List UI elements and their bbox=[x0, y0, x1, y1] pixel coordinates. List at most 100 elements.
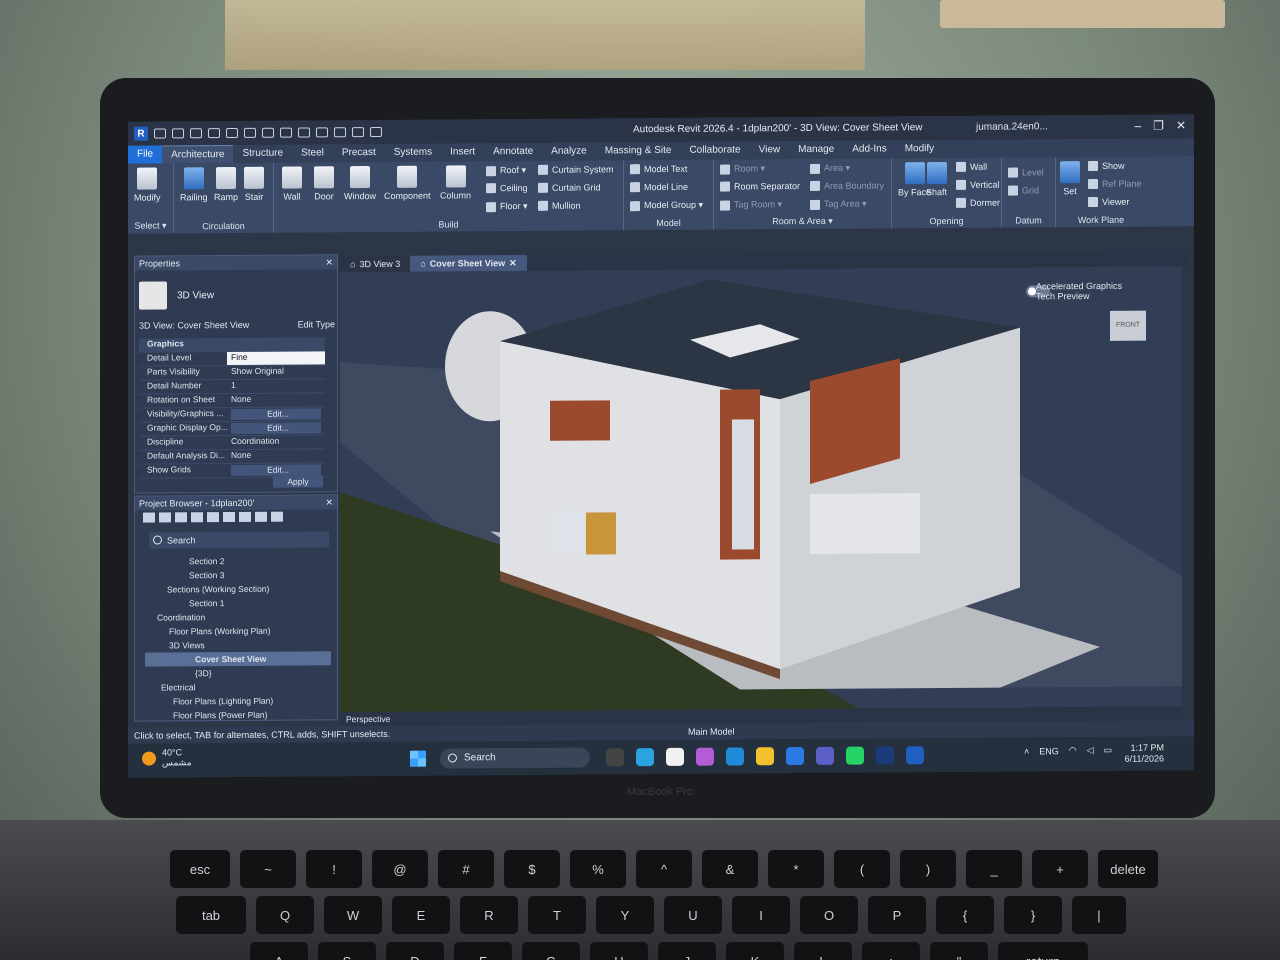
railing-button[interactable]: Railing bbox=[180, 167, 208, 202]
key[interactable]: H bbox=[590, 942, 648, 960]
rotation-field[interactable]: None bbox=[227, 393, 325, 407]
tree-item[interactable]: Floor Plans (Power Plan) bbox=[145, 707, 331, 722]
vpn-icon[interactable] bbox=[876, 746, 894, 765]
shaft-button[interactable]: Shaft bbox=[926, 162, 947, 197]
instance-filter[interactable]: 3D View: Cover Sheet View Edit Type bbox=[139, 319, 335, 330]
default-analysis-field[interactable]: None bbox=[227, 449, 325, 463]
open-icon[interactable] bbox=[154, 128, 166, 139]
key[interactable]: % bbox=[570, 850, 626, 888]
key[interactable]: U bbox=[664, 896, 722, 934]
door-button[interactable]: Door bbox=[314, 166, 334, 201]
edit-type-button[interactable]: Edit Type bbox=[298, 319, 335, 329]
key[interactable]: # bbox=[438, 850, 494, 888]
model-text-button[interactable]: Model Text bbox=[630, 164, 687, 175]
key[interactable]: Y bbox=[596, 896, 654, 934]
close-tab-icon[interactable]: ✕ bbox=[509, 255, 517, 271]
key[interactable]: ~ bbox=[240, 850, 296, 888]
viewer-button[interactable]: Viewer bbox=[1088, 197, 1129, 208]
graphics-group-header[interactable]: Graphics bbox=[139, 337, 325, 353]
wall-button[interactable]: Wall bbox=[282, 166, 302, 202]
show-button[interactable]: Show bbox=[1088, 161, 1125, 172]
key[interactable]: return bbox=[998, 942, 1088, 960]
level-button[interactable]: Level bbox=[1008, 167, 1044, 178]
window-button[interactable]: Window bbox=[344, 166, 376, 201]
browser-tool-icon[interactable] bbox=[223, 511, 235, 523]
properties-close-icon[interactable]: ✕ bbox=[325, 255, 333, 269]
tag-area-button[interactable]: Tag Area ▾ bbox=[810, 199, 867, 210]
browser-tool-icon[interactable] bbox=[159, 512, 171, 523]
key[interactable]: E bbox=[392, 896, 450, 934]
tree-item[interactable]: Section 1 bbox=[145, 595, 331, 610]
component-button[interactable]: Component bbox=[384, 165, 431, 201]
ramp-button[interactable]: Ramp bbox=[214, 166, 238, 202]
language-indicator[interactable]: ENG bbox=[1039, 746, 1059, 756]
undo-icon[interactable] bbox=[208, 128, 220, 139]
roof-button[interactable]: Roof ▾ bbox=[486, 165, 526, 176]
tab-cover-sheet-view[interactable]: ⌂ Cover Sheet View ✕ bbox=[410, 254, 527, 272]
tag-room-button[interactable]: Tag Room ▾ bbox=[720, 199, 782, 211]
active-model-selector[interactable]: Main Model bbox=[688, 723, 735, 739]
key[interactable]: delete bbox=[1098, 850, 1158, 888]
key[interactable]: } bbox=[1004, 896, 1062, 934]
tab-steel[interactable]: Steel bbox=[292, 144, 333, 162]
key[interactable]: ( bbox=[834, 850, 890, 888]
key[interactable]: F bbox=[454, 942, 512, 960]
room-separator-button[interactable]: Room Separator bbox=[720, 181, 800, 192]
battery-icon[interactable]: ▭ bbox=[1104, 745, 1113, 756]
key[interactable]: ! bbox=[306, 850, 362, 888]
tab-3d-view-3[interactable]: ⌂ 3D View 3 bbox=[340, 256, 410, 272]
perspective-label[interactable]: Perspective bbox=[346, 714, 390, 724]
key[interactable]: + bbox=[1032, 850, 1088, 888]
thin-lines-icon[interactable] bbox=[334, 127, 346, 138]
browser-tool-icon[interactable] bbox=[175, 512, 187, 523]
key[interactable]: : bbox=[862, 942, 920, 960]
print-icon[interactable] bbox=[244, 127, 256, 138]
tree-item[interactable]: Electrical bbox=[145, 679, 331, 694]
key[interactable]: D bbox=[386, 942, 444, 960]
browser-tool-icon[interactable] bbox=[271, 511, 283, 522]
tab-architecture[interactable]: Architecture bbox=[162, 144, 234, 164]
key[interactable]: @ bbox=[372, 850, 428, 888]
key[interactable]: _ bbox=[966, 850, 1022, 888]
section-icon[interactable] bbox=[316, 127, 328, 138]
curtain-grid-button[interactable]: Curtain Grid bbox=[538, 182, 601, 193]
set-button[interactable]: Set bbox=[1060, 161, 1080, 196]
key[interactable]: I bbox=[732, 896, 790, 934]
project-browser-close-icon[interactable]: ✕ bbox=[325, 495, 333, 509]
tree-item[interactable]: 3D Views bbox=[145, 637, 331, 652]
tree-item[interactable]: Coordination bbox=[145, 609, 331, 624]
tab-modify[interactable]: Modify bbox=[896, 140, 943, 158]
parts-visibility-field[interactable]: Show Original bbox=[227, 365, 325, 379]
floor-button[interactable]: Floor ▾ bbox=[486, 201, 528, 212]
key[interactable]: Q bbox=[256, 896, 314, 934]
area-button[interactable]: Area ▾ bbox=[810, 163, 850, 174]
browser-tool-icon[interactable] bbox=[191, 512, 203, 523]
taskbar-clock[interactable]: 1:17 PM 6/11/2026 bbox=[1125, 742, 1164, 764]
model-line-button[interactable]: Model Line bbox=[630, 182, 688, 193]
browser-tool-icon[interactable] bbox=[207, 512, 219, 523]
tab-collaborate[interactable]: Collaborate bbox=[680, 141, 749, 159]
sync-icon[interactable] bbox=[190, 128, 202, 139]
tab-annotate[interactable]: Annotate bbox=[484, 143, 542, 161]
tree-item[interactable]: Section 2 bbox=[145, 553, 331, 568]
volume-icon[interactable]: ◁ bbox=[1087, 745, 1094, 756]
key[interactable]: O bbox=[800, 896, 858, 934]
graphic-display-edit-button[interactable]: Edit... bbox=[231, 422, 321, 435]
home-3d-icon[interactable] bbox=[298, 127, 310, 138]
key[interactable]: { bbox=[936, 896, 994, 934]
mullion-button[interactable]: Mullion bbox=[538, 201, 581, 211]
apply-button[interactable]: Apply bbox=[273, 475, 323, 488]
room-button[interactable]: Room ▾ bbox=[720, 163, 765, 175]
key[interactable]: K bbox=[726, 942, 784, 960]
wall-opening-button[interactable]: Wall bbox=[956, 162, 987, 172]
key[interactable]: T bbox=[528, 896, 586, 934]
key[interactable]: * bbox=[768, 850, 824, 888]
tab-analyze[interactable]: Analyze bbox=[542, 142, 596, 160]
discipline-field[interactable]: Coordination bbox=[227, 435, 325, 449]
tree-item-selected[interactable]: Cover Sheet View bbox=[145, 651, 331, 667]
close-hidden-icon[interactable] bbox=[352, 127, 364, 138]
show-grids-edit-button[interactable]: Edit... bbox=[231, 464, 321, 477]
tab-file[interactable]: File bbox=[128, 145, 163, 164]
key[interactable]: tab bbox=[176, 896, 246, 934]
key[interactable]: W bbox=[324, 896, 382, 934]
